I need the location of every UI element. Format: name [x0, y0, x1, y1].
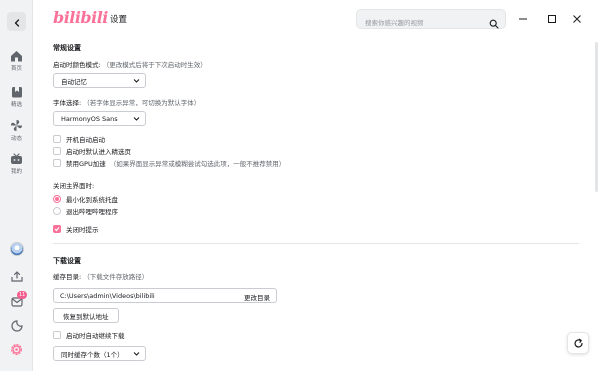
close-behavior-label: 关闭主界面时:: [53, 182, 95, 190]
font-row: 字体选择: （若字体显示异常，可切换为默认字体）: [53, 97, 200, 107]
cache-path-field: C:\Users\admin\Videos\bilibili 更改目录: [53, 288, 277, 303]
bilibili-logo: bilibili: [53, 8, 108, 27]
concurrent-downloads-select[interactable]: 同时缓存个数（1个）: [53, 346, 146, 361]
page-title: 设置: [110, 15, 128, 25]
cache-dir-row: 缓存目录: （下载文件存放路径）: [53, 271, 148, 281]
close-button[interactable]: [570, 11, 584, 25]
font-select[interactable]: HarmonyOS Sans: [53, 111, 146, 126]
sidebar-item-featured[interactable]: 精选: [0, 86, 33, 120]
checkbox-label: 关闭时提示: [66, 226, 99, 234]
color-mode-hint: （更改模式后将于下次启动时生效）: [102, 61, 207, 69]
scrollbar[interactable]: [595, 42, 598, 192]
search-box: [356, 9, 506, 32]
bookmark-icon: [11, 86, 23, 98]
gear-icon: [10, 341, 23, 360]
download-settings-title: 下载设置: [53, 257, 81, 265]
cache-dir-hint: （下载文件存放路径）: [83, 273, 149, 281]
general-settings-title: 常规设置: [53, 44, 81, 52]
message-count-badge: 11: [17, 291, 28, 299]
tv-icon: [10, 153, 23, 165]
cache-path-value: C:\Users\admin\Videos\bilibili: [60, 292, 155, 300]
maximize-button[interactable]: [545, 11, 559, 25]
color-mode-label: 启动时颜色模式:: [53, 61, 101, 69]
reset-default-path-button[interactable]: 恢复到默认地址: [53, 308, 119, 323]
color-mode-row: 启动时颜色模式: （更改模式后将于下次启动时生效）: [53, 59, 207, 69]
title-bar: bilibili 设置: [33, 0, 600, 38]
checkbox-label: 禁用GPU加速: [66, 160, 106, 168]
upload-icon: [10, 267, 23, 286]
close-icon: [572, 9, 582, 28]
sidebar-item-label: 我的: [10, 169, 22, 175]
radio-label: 退出哔哩哔哩程序: [66, 208, 118, 216]
sidebar-item-dynamic[interactable]: 动态: [0, 119, 33, 153]
checkbox-box: [53, 331, 61, 339]
default-featured-checkbox[interactable]: 启动时默认进入精选页: [53, 146, 131, 156]
checkbox-hint: （如果界面显示异常或模糊尝试勾选此项，一般不推荐禁用）: [109, 160, 286, 168]
autostart-checkbox[interactable]: 开机自动启动: [53, 134, 105, 144]
minimize-to-tray-radio[interactable]: 最小化到系统托盘: [53, 194, 118, 204]
disable-gpu-checkbox[interactable]: 禁用GPU加速 （如果界面显示异常或模糊尝试勾选此项，一般不推荐禁用）: [53, 158, 285, 168]
checkbox-box: [53, 147, 61, 155]
upload-button[interactable]: [0, 266, 33, 286]
font-label: 字体选择:: [53, 99, 82, 107]
chevron-left-icon: [13, 12, 21, 31]
checkbox-box: [53, 225, 61, 233]
radio-button: [53, 207, 61, 215]
radio-button: [53, 195, 61, 203]
refresh-icon: [573, 334, 584, 353]
back-button[interactable]: [7, 12, 26, 31]
pinwheel-icon: [10, 119, 23, 132]
close-tip-checkbox[interactable]: 关闭时提示: [53, 224, 99, 234]
check-icon: [54, 227, 60, 232]
search-input[interactable]: [357, 14, 477, 32]
color-mode-value: 自动记忆: [61, 77, 87, 86]
sidebar-item-label: 首页: [10, 66, 22, 72]
checkbox-box: [53, 135, 61, 143]
settings-content: 常规设置 启动时颜色模式: （更改模式后将于下次启动时生效） 自动记忆 字体选择…: [33, 38, 600, 371]
chevron-down-icon: [133, 78, 140, 86]
font-value: HarmonyOS Sans: [61, 114, 118, 123]
minimize-button[interactable]: [516, 11, 530, 25]
sidebar-item-mine[interactable]: 我的: [0, 153, 33, 187]
checkbox-label: 开机自动启动: [66, 136, 105, 144]
cache-dir-label: 缓存目录:: [53, 273, 82, 281]
checkbox-label: 启动时自动继续下载: [66, 332, 125, 340]
change-directory-button[interactable]: 更改目录: [244, 292, 270, 302]
auto-resume-checkbox[interactable]: 启动时自动继续下载: [53, 330, 125, 340]
concurrent-downloads-value: 同时缓存个数（1个）: [61, 350, 124, 359]
sidebar-item-home[interactable]: 首页: [0, 50, 33, 84]
messages-button[interactable]: 11: [0, 291, 33, 311]
refresh-button[interactable]: [567, 332, 589, 354]
dark-mode-button[interactable]: [0, 316, 33, 336]
font-hint: （若字体显示异常，可切换为默认字体）: [83, 99, 201, 107]
avatar-button[interactable]: [0, 239, 33, 259]
moon-icon: [10, 317, 23, 336]
exit-program-radio[interactable]: 退出哔哩哔哩程序: [53, 206, 118, 216]
maximize-icon: [547, 9, 557, 28]
color-mode-select[interactable]: 自动记忆: [53, 73, 146, 88]
home-icon: [10, 50, 23, 62]
sidebar-item-label: 精选: [10, 102, 22, 108]
avatar: [9, 242, 24, 256]
chevron-down-icon: [133, 351, 140, 359]
chevron-down-icon: [133, 116, 140, 124]
sidebar-item-label: 动态: [10, 136, 22, 142]
radio-label: 最小化到系统托盘: [66, 196, 118, 204]
checkbox-label: 启动时默认进入精选页: [66, 148, 131, 156]
checkbox-box: [53, 159, 61, 167]
settings-button[interactable]: [0, 340, 33, 360]
minimize-icon: [518, 9, 528, 28]
section-divider: [53, 243, 579, 244]
sidebar: 首页 精选 动态 我的 11: [0, 0, 33, 371]
search-icon[interactable]: [489, 14, 499, 33]
